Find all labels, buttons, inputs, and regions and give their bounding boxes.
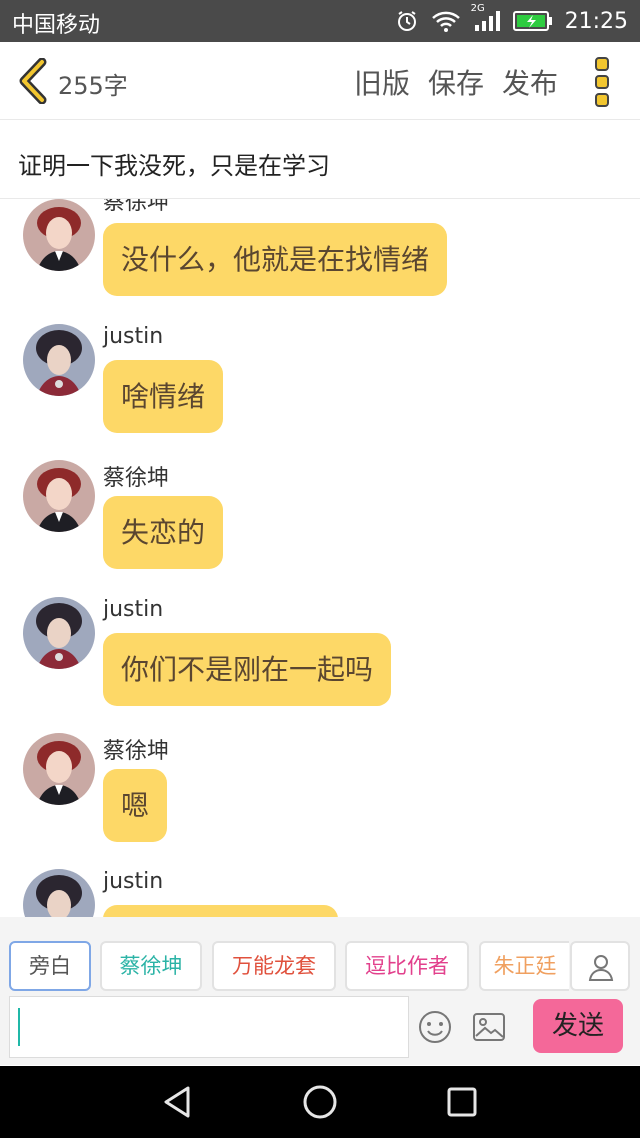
role-chip-extra[interactable]: 万能龙套 xyxy=(212,941,336,991)
message-input[interactable] xyxy=(9,996,409,1058)
emoji-icon xyxy=(419,1011,451,1043)
more-menu-button[interactable] xyxy=(593,56,615,108)
nav-back-button[interactable] xyxy=(160,1084,196,1124)
avatar[interactable] xyxy=(23,460,95,532)
avatar[interactable] xyxy=(23,199,95,271)
story-title-bar[interactable]: 证明一下我没死，只是在学习 xyxy=(0,121,640,199)
network-type: 2G xyxy=(470,3,485,14)
sender-name: 蔡徐坤 xyxy=(103,739,170,764)
image-icon xyxy=(473,1013,505,1041)
avatar[interactable] xyxy=(23,869,95,917)
battery-charging-icon xyxy=(512,10,553,32)
old-version-button[interactable]: 旧版 xyxy=(354,62,410,102)
nav-recent-icon xyxy=(447,1087,477,1117)
role-label: 蔡徐坤 xyxy=(119,954,183,978)
signal-icon: 2G xyxy=(471,3,501,33)
role-label: 万能龙套 xyxy=(232,954,316,978)
alarm-icon xyxy=(395,9,419,33)
more-vertical-icon xyxy=(595,57,609,107)
chevron-left-icon xyxy=(19,57,47,105)
sender-name: justin xyxy=(103,869,164,894)
role-chip-narrator[interactable]: 旁白 xyxy=(9,941,91,991)
nav-back-icon xyxy=(164,1086,190,1118)
chat-area[interactable]: 蔡徐坤 没什么，他就是在找情绪 justin 啥情绪 蔡徐坤 失恋的 justi… xyxy=(0,199,640,917)
system-nav-bar xyxy=(0,1066,640,1138)
person-icon xyxy=(588,955,614,981)
nav-recent-button[interactable] xyxy=(446,1086,478,1122)
back-button[interactable] xyxy=(14,57,52,105)
role-chip-author[interactable]: 逗比作者 xyxy=(345,941,469,991)
carrier-name: 中国移动 xyxy=(12,13,101,38)
sender-name: 蔡徐坤 xyxy=(103,466,170,491)
send-button[interactable]: 发送 xyxy=(533,999,623,1053)
message-bubble[interactable]: 嗯 xyxy=(103,769,168,842)
role-chip-cai-xukun[interactable]: 蔡徐坤 xyxy=(100,941,202,991)
save-button[interactable]: 保存 xyxy=(428,62,484,102)
image-button[interactable] xyxy=(472,1012,506,1046)
message-bubble[interactable]: 啥情绪 xyxy=(103,360,224,433)
message-bubble[interactable]: 没什么，他就是在找情绪 xyxy=(103,223,448,296)
message-bubble[interactable]: 你们不是刚在一起吗 xyxy=(103,633,392,706)
sender-name: justin xyxy=(103,597,164,622)
wifi-icon xyxy=(431,9,461,33)
clock: 21:25 xyxy=(564,8,628,34)
text-cursor xyxy=(18,1008,20,1046)
composer-panel: 旁白 蔡徐坤 万能龙套 逗比作者 朱正廷 发送 xyxy=(0,917,640,1065)
story-title: 证明一下我没死，只是在学习 xyxy=(18,152,330,180)
publish-button[interactable]: 发布 xyxy=(502,62,558,102)
app-header: 255字 旧版 保存 发布 xyxy=(0,42,640,120)
avatar[interactable] xyxy=(23,324,95,396)
role-chip-zhu-zhengting[interactable]: 朱正廷 xyxy=(479,941,569,991)
nav-home-button[interactable] xyxy=(302,1084,338,1124)
sender-name: justin xyxy=(103,324,164,349)
status-bar: 中国移动 2G 21:25 xyxy=(0,0,640,42)
role-label: 朱正廷 xyxy=(493,954,557,978)
role-label: 旁白 xyxy=(29,954,71,978)
status-icons: 2G 21:25 xyxy=(395,3,628,37)
role-label: 逗比作者 xyxy=(365,954,449,978)
nav-home-icon xyxy=(303,1085,337,1119)
avatar[interactable] xyxy=(23,733,95,805)
role-manager-button[interactable] xyxy=(570,941,630,991)
sender-name: 蔡徐坤 xyxy=(103,199,170,215)
message-bubble[interactable]: 失恋的 xyxy=(103,496,224,569)
message-bubble[interactable] xyxy=(103,905,338,917)
emoji-button[interactable] xyxy=(418,1010,452,1048)
avatar[interactable] xyxy=(23,597,95,669)
word-count: 255字 xyxy=(58,72,128,100)
